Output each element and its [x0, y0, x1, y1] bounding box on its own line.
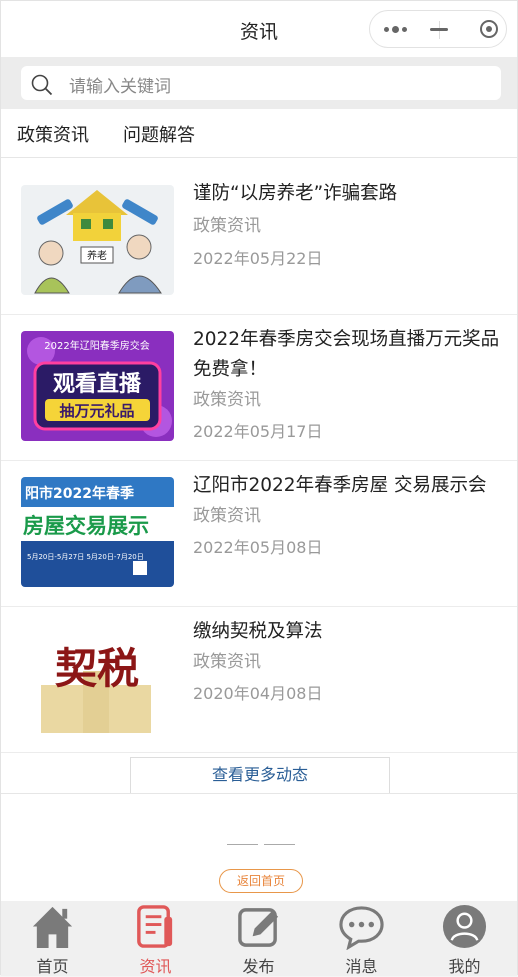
- tabbar-item-publish[interactable]: 发布: [207, 901, 310, 976]
- news-item[interactable]: 阳市2022年春季 房屋交易展示 5月20日-5月27日 5月20日-7月20日…: [1, 461, 517, 607]
- user-icon: [442, 904, 487, 949]
- news-date: 2022年05月08日: [193, 538, 323, 557]
- view-more-button[interactable]: 查看更多动态: [130, 757, 390, 793]
- news-category: 政策资讯: [193, 216, 261, 236]
- back-to-home-button[interactable]: 返回首页: [219, 869, 303, 893]
- tabbar-item-profile[interactable]: 我的: [413, 901, 516, 976]
- news-title: 谨防“以房养老”诈骗套路: [193, 183, 398, 204]
- thumbnail-caption: 抽万元礼品: [59, 402, 134, 420]
- news-title: 缴纳契税及算法: [193, 621, 323, 642]
- news-thumbnail: 阳市2022年春季 房屋交易展示 5月20日-5月27日 5月20日-7月20日: [21, 477, 174, 587]
- title-bar: 资讯: [1, 1, 517, 57]
- tabbar-label: 资讯: [139, 957, 172, 976]
- thumbnail-caption: 阳市2022年春季: [25, 485, 134, 502]
- tabbar-item-news[interactable]: 资讯: [104, 901, 207, 976]
- divider: [227, 844, 295, 846]
- app-frame: 资讯 请输入关键词 政策资讯 问题解答 养老 谨防“以房养老”诈骗套路 政策资讯…: [0, 0, 518, 976]
- news-title: 2022年春季房交会现场直播万元奖品免费拿！: [193, 329, 500, 380]
- bottom-tab-bar: 首页 资讯 发布 消息 我的: [1, 901, 517, 976]
- thumbnail-caption: 2022年辽阳春季房交会: [44, 339, 149, 352]
- news-date: 2022年05月22日: [193, 249, 323, 268]
- news-list: 养老 谨防“以房养老”诈骗套路 政策资讯 2022年05月22日 2022年辽阳…: [1, 169, 517, 753]
- tab-faq[interactable]: 问题解答: [123, 121, 195, 147]
- news-item[interactable]: 养老 谨防“以房养老”诈骗套路 政策资讯 2022年05月22日: [1, 169, 517, 315]
- thumbnail-caption: 房屋交易展示: [23, 514, 149, 538]
- tabbar-label: 消息: [345, 957, 378, 976]
- more-menu-icon[interactable]: [384, 26, 410, 33]
- tabbar-label: 首页: [36, 957, 69, 976]
- news-category: 政策资讯: [193, 652, 261, 672]
- thumbnail-caption: 观看直播: [53, 371, 142, 397]
- thumbnail-caption: 契税: [55, 644, 139, 693]
- news-thumbnail: 2022年辽阳春季房交会 观看直播 抽万元礼品: [21, 331, 174, 441]
- news-title: 辽阳市2022年春季房屋 交易展示会: [193, 475, 487, 496]
- news-category: 政策资讯: [193, 506, 261, 526]
- news-item[interactable]: 2022年辽阳春季房交会 观看直播 抽万元礼品 2022年春季房交会现场直播万元…: [1, 315, 517, 461]
- tabbar-label: 发布: [242, 957, 275, 976]
- news-category: 政策资讯: [193, 390, 261, 410]
- news-date: 2022年05月17日: [193, 422, 323, 441]
- search-placeholder: 请输入关键词: [69, 77, 171, 97]
- news-thumbnail: 契税: [21, 623, 174, 733]
- search-icon: [31, 74, 53, 96]
- news-item[interactable]: 契税 缴纳契税及算法 政策资讯 2020年04月08日: [1, 607, 517, 753]
- thumbnail-caption: 5月20日-5月27日 5月20日-7月20日: [27, 553, 144, 561]
- search-input[interactable]: 请输入关键词: [21, 66, 501, 100]
- close-icon[interactable]: [480, 20, 498, 38]
- news-thumbnail: 养老: [21, 185, 174, 295]
- search-bar: 请输入关键词: [1, 57, 517, 109]
- home-icon: [32, 906, 73, 949]
- document-icon: [137, 905, 173, 948]
- category-tabs: 政策资讯 问题解答: [1, 109, 517, 158]
- tabbar-label: 我的: [448, 957, 481, 976]
- tabbar-item-home[interactable]: 首页: [1, 901, 104, 976]
- divider: [1, 793, 517, 794]
- chat-icon: [339, 906, 384, 950]
- tab-policy-news[interactable]: 政策资讯: [17, 121, 89, 147]
- news-date: 2020年04月08日: [193, 684, 323, 703]
- edit-icon: [238, 908, 279, 947]
- thumbnail-caption: 养老: [87, 249, 107, 262]
- mini-program-capsule: [369, 10, 507, 48]
- minimize-icon[interactable]: [430, 28, 448, 31]
- tabbar-item-messages[interactable]: 消息: [310, 901, 413, 976]
